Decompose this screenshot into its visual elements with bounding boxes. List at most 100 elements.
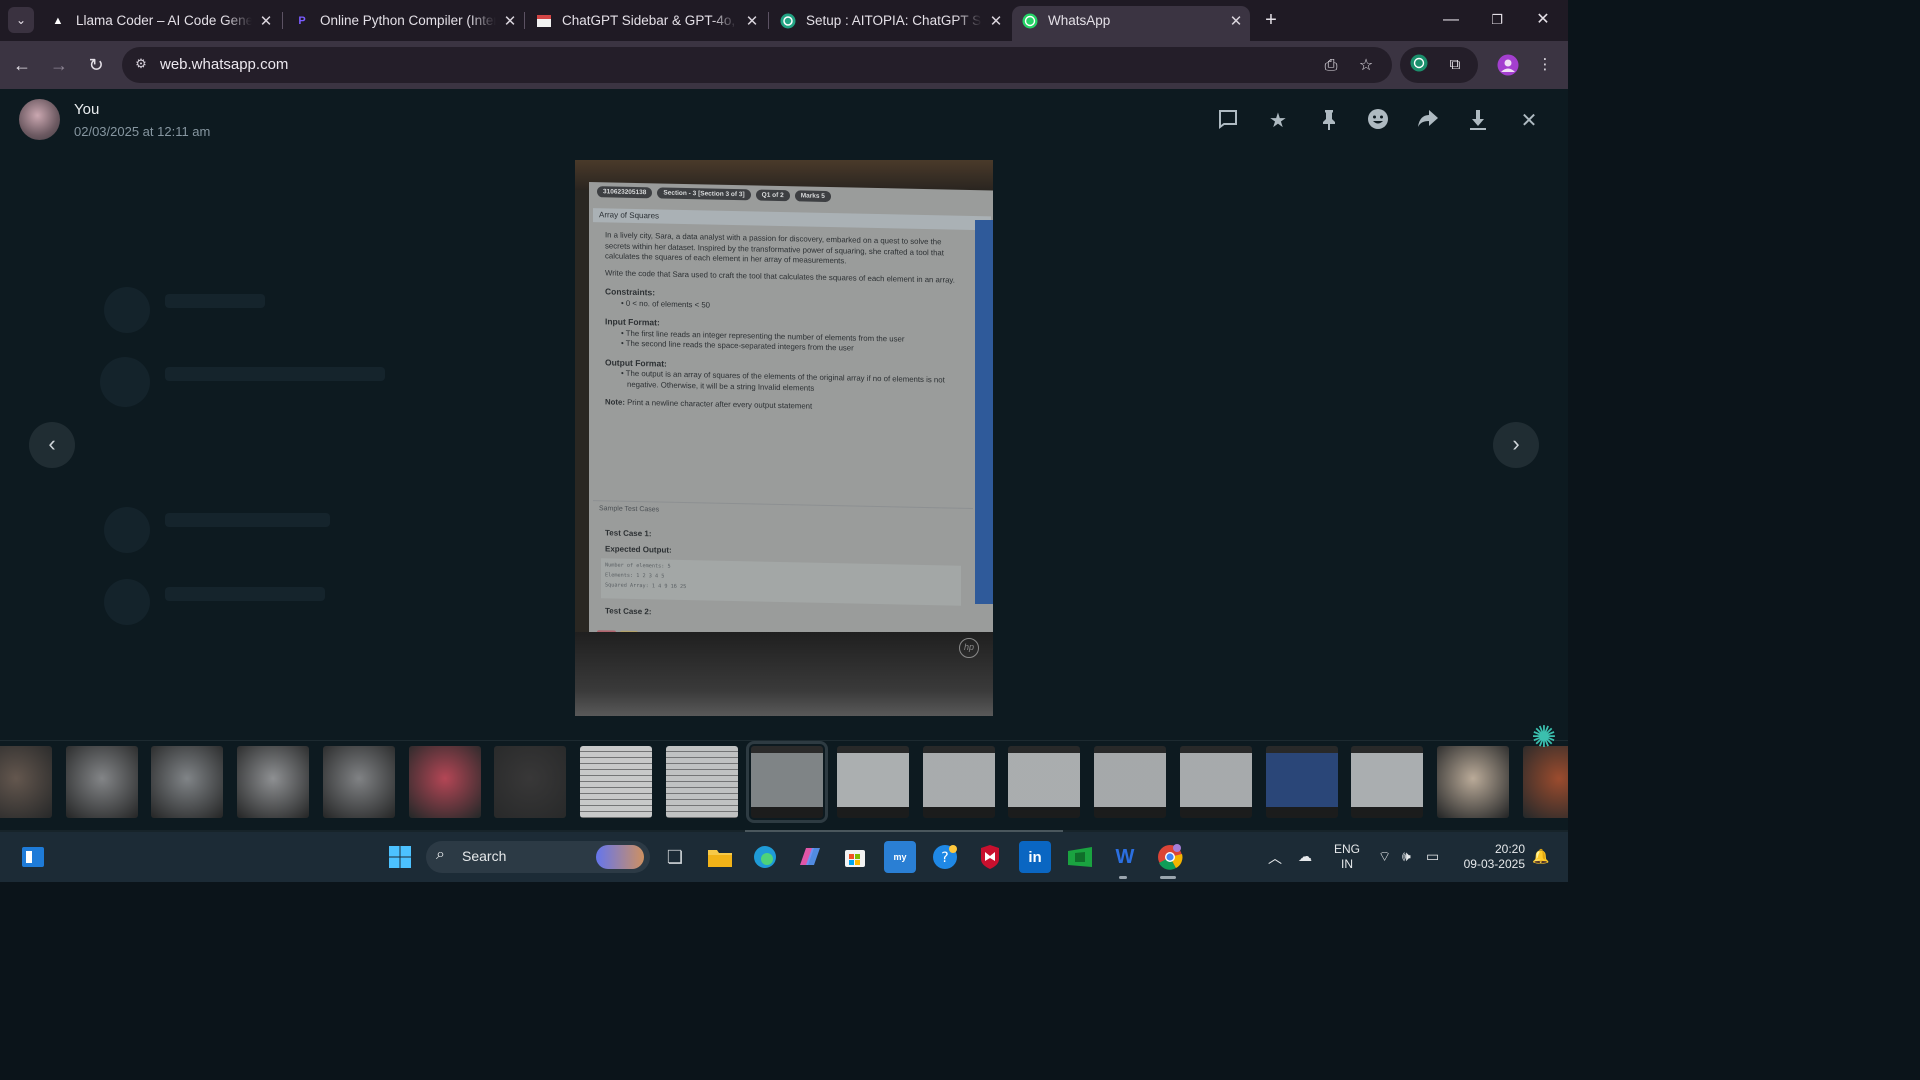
reply-icon[interactable]	[1215, 108, 1241, 134]
file-explorer-icon[interactable]	[704, 841, 736, 873]
media-thumbnail[interactable]	[408, 746, 481, 818]
mylic-icon[interactable]: my	[884, 841, 916, 873]
back-icon[interactable]: ←	[9, 52, 35, 78]
tab-separator	[524, 12, 525, 29]
question-title: Array of Squares	[593, 208, 991, 231]
media-thumbnail[interactable]	[1436, 746, 1509, 818]
restore-icon[interactable]: ❐	[1474, 6, 1520, 34]
chatgpt-floating-icon[interactable]: ✺	[1526, 720, 1562, 756]
previous-media-button[interactable]: ‹	[29, 422, 75, 468]
language-code: ENG	[1334, 842, 1361, 856]
media-thumbnail[interactable]	[322, 746, 395, 818]
region-code: IN	[1341, 857, 1353, 871]
spreadsheet-icon[interactable]	[1064, 841, 1096, 873]
tab-whatsapp[interactable]: WhatsApp ✕	[1012, 6, 1250, 41]
media-thumbnail[interactable]	[922, 746, 995, 818]
reload-icon[interactable]: ↻	[83, 52, 109, 78]
media-thumbnail[interactable]	[0, 746, 52, 818]
sample-test-cases-header: Sample Test Cases	[593, 500, 973, 523]
chrome-icon[interactable]	[1154, 841, 1186, 873]
media-thumbnail[interactable]	[494, 746, 567, 818]
media-thumbnail[interactable]	[1008, 746, 1081, 818]
media-thumbnail[interactable]	[1179, 746, 1252, 818]
site-info-icon[interactable]: ⚙	[132, 56, 150, 74]
media-thumbnail[interactable]	[1094, 746, 1167, 818]
tab-aitopia-setup[interactable]: Setup : AITOPIA: ChatGPT Sideb ✕	[770, 6, 1010, 35]
url-text: web.whatsapp.com	[160, 56, 289, 73]
media-thumbnail[interactable]	[579, 746, 652, 818]
test-case-1-label: Test Case 1:	[605, 528, 652, 539]
background-chat-avatar	[104, 507, 150, 553]
language-indicator[interactable]: ENG IN	[1334, 842, 1360, 872]
media-thumbnail[interactable]	[151, 746, 224, 818]
store-icon[interactable]	[839, 841, 871, 873]
wifi-icon[interactable]: ⌔	[1378, 848, 1391, 866]
tray-overflow-icon[interactable]: ︿	[1268, 848, 1282, 868]
close-tab-icon[interactable]: ✕	[496, 12, 524, 30]
tab-llama-coder[interactable]: ▲ Llama Coder – AI Code Generat ✕	[40, 6, 280, 35]
tab-title: Online Python Compiler (Interp	[320, 13, 496, 28]
close-icon[interactable]: ✕	[1516, 108, 1542, 134]
next-media-button[interactable]: ›	[1493, 422, 1539, 468]
llama-triangle-icon: ▲	[52, 14, 64, 27]
onedrive-icon[interactable]: ☁	[1298, 848, 1312, 865]
media-thumbnail-strip	[0, 740, 1568, 832]
tab-python-compiler[interactable]: P Online Python Compiler (Interp ✕	[284, 6, 524, 35]
media-thumbnail[interactable]	[1351, 746, 1424, 818]
widgets-icon[interactable]	[17, 841, 49, 873]
forward-icon[interactable]	[1415, 108, 1441, 134]
copilot-icon[interactable]	[794, 841, 826, 873]
start-icon[interactable]	[384, 841, 416, 873]
running-indicator	[1119, 876, 1127, 879]
address-bar[interactable]: ⚙ web.whatsapp.com ⎙ ☆	[122, 47, 1392, 83]
linkedin-icon[interactable]: in	[1019, 841, 1051, 873]
sender-avatar[interactable]	[19, 99, 60, 140]
student-id-pill: 310623205138	[597, 186, 653, 199]
new-tab-button[interactable]: +	[1258, 8, 1284, 34]
mcafee-icon[interactable]	[974, 841, 1006, 873]
tab-title: ChatGPT Sidebar & GPT-4o, o1	[562, 13, 738, 28]
extensions-group: ⧉	[1400, 47, 1478, 83]
minimize-icon[interactable]: —	[1428, 6, 1474, 34]
pin-icon[interactable]	[1316, 108, 1342, 134]
close-window-icon[interactable]: ✕	[1520, 6, 1566, 34]
profile-avatar-icon[interactable]	[1497, 54, 1519, 76]
help-icon[interactable]: ?	[929, 841, 961, 873]
bookmark-star-icon[interactable]: ☆	[1355, 55, 1377, 77]
tab-title: WhatsApp	[1048, 13, 1111, 28]
close-tab-icon[interactable]: ✕	[252, 12, 280, 30]
close-tab-icon[interactable]: ✕	[1222, 12, 1250, 30]
task-view-icon[interactable]: ❏	[659, 841, 691, 873]
install-app-icon[interactable]: ⎙	[1320, 55, 1342, 77]
close-tab-icon[interactable]: ✕	[982, 12, 1010, 30]
media-thumbnail[interactable]	[237, 746, 310, 818]
taskbar-search-box[interactable]: ⌕ Search	[426, 841, 650, 873]
download-icon[interactable]	[1465, 108, 1491, 134]
sidebar-icon	[536, 13, 552, 29]
close-tab-icon[interactable]: ✕	[738, 12, 766, 30]
chatgpt-extension-icon[interactable]	[1408, 54, 1430, 76]
emoji-icon[interactable]	[1365, 108, 1391, 134]
tab-search-button[interactable]: ⌄	[8, 7, 34, 33]
laptop-screen: 310623205138 Section - 3 [Section 3 of 3…	[589, 182, 993, 661]
media-thumbnail[interactable]	[1522, 746, 1568, 818]
browser-menu-icon[interactable]: ⋮	[1534, 54, 1556, 76]
media-thumbnail[interactable]	[65, 746, 138, 818]
tab-chatgpt-sidebar[interactable]: ChatGPT Sidebar & GPT-4o, o1 ✕	[526, 6, 766, 35]
media-thumbnail[interactable]	[665, 746, 738, 818]
media-thumbnail[interactable]	[837, 746, 909, 818]
tab-separator	[282, 12, 283, 29]
notifications-icon[interactable]: 🔔	[1532, 848, 1549, 865]
word-icon[interactable]: W	[1109, 841, 1141, 873]
volume-icon[interactable]: 🕪	[1402, 848, 1411, 865]
system-clock[interactable]: 20:20 09-03-2025	[1460, 842, 1525, 872]
media-thumbnail[interactable]	[1265, 746, 1338, 818]
extensions-puzzle-icon[interactable]: ⧉	[1444, 54, 1466, 76]
forward-icon[interactable]: →	[46, 52, 72, 78]
edge-icon[interactable]	[749, 841, 781, 873]
constraint-text: 0 < no. of elements < 50	[625, 298, 710, 310]
background-chat-line	[165, 294, 265, 308]
media-thumbnail[interactable]	[746, 741, 829, 823]
battery-icon[interactable]: ▭	[1426, 848, 1439, 865]
star-icon[interactable]: ★	[1265, 108, 1291, 134]
